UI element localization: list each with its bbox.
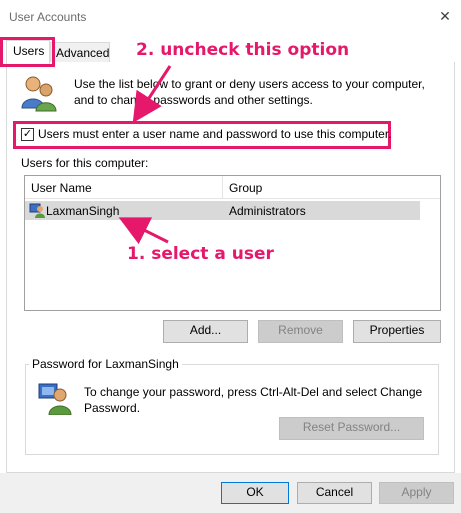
user-row-icon [29, 202, 45, 218]
password-group-label: Password for LaxmanSingh [29, 357, 182, 371]
password-required-label[interactable]: Users must enter a user name and passwor… [38, 127, 392, 141]
reset-password-label: Reset Password... [302, 420, 401, 434]
password-required-checkbox[interactable]: ✓ [21, 128, 34, 141]
reset-password-button[interactable]: Reset Password... [279, 417, 424, 440]
checkmark-icon: ✓ [22, 128, 33, 140]
window-title: User Accounts [9, 10, 87, 24]
properties-button-label: Properties [369, 323, 425, 337]
cancel-button[interactable]: Cancel [297, 482, 372, 504]
users-list-caption: Users for this computer: [21, 156, 149, 170]
annotation-step-2: 2. uncheck this option [136, 40, 350, 60]
ok-button[interactable]: OK [221, 482, 289, 504]
close-icon[interactable]: ✕ [437, 8, 453, 24]
add-user-button[interactable]: Add... [163, 320, 248, 343]
remove-button-label: Remove [278, 323, 323, 337]
password-user-icon [38, 381, 72, 416]
annotation-step-1: 1. select a user [127, 244, 274, 264]
add-button-label: Add... [189, 323, 222, 337]
column-separator[interactable] [222, 176, 223, 198]
apply-button[interactable]: Apply [379, 482, 454, 504]
intro-text: Use the list below to grant or deny user… [74, 77, 425, 107]
tab-advanced-label: Advanced [56, 46, 110, 60]
users-icon [19, 74, 59, 112]
column-header-user-name[interactable]: User Name [31, 181, 92, 195]
cancel-button-label: Cancel [315, 485, 354, 499]
properties-button[interactable]: Properties [353, 320, 441, 343]
user-group-cell[interactable]: Administrators [229, 204, 306, 218]
tab-users-highlight-box [0, 37, 55, 67]
ok-button-label: OK [246, 485, 264, 499]
password-instructions: To change your password, press Ctrl-Alt-… [84, 385, 423, 415]
remove-user-button[interactable]: Remove [258, 320, 343, 343]
column-header-group[interactable]: Group [229, 181, 262, 195]
user-name-cell[interactable]: LaxmanSingh [46, 204, 119, 218]
apply-button-label: Apply [401, 485, 432, 499]
